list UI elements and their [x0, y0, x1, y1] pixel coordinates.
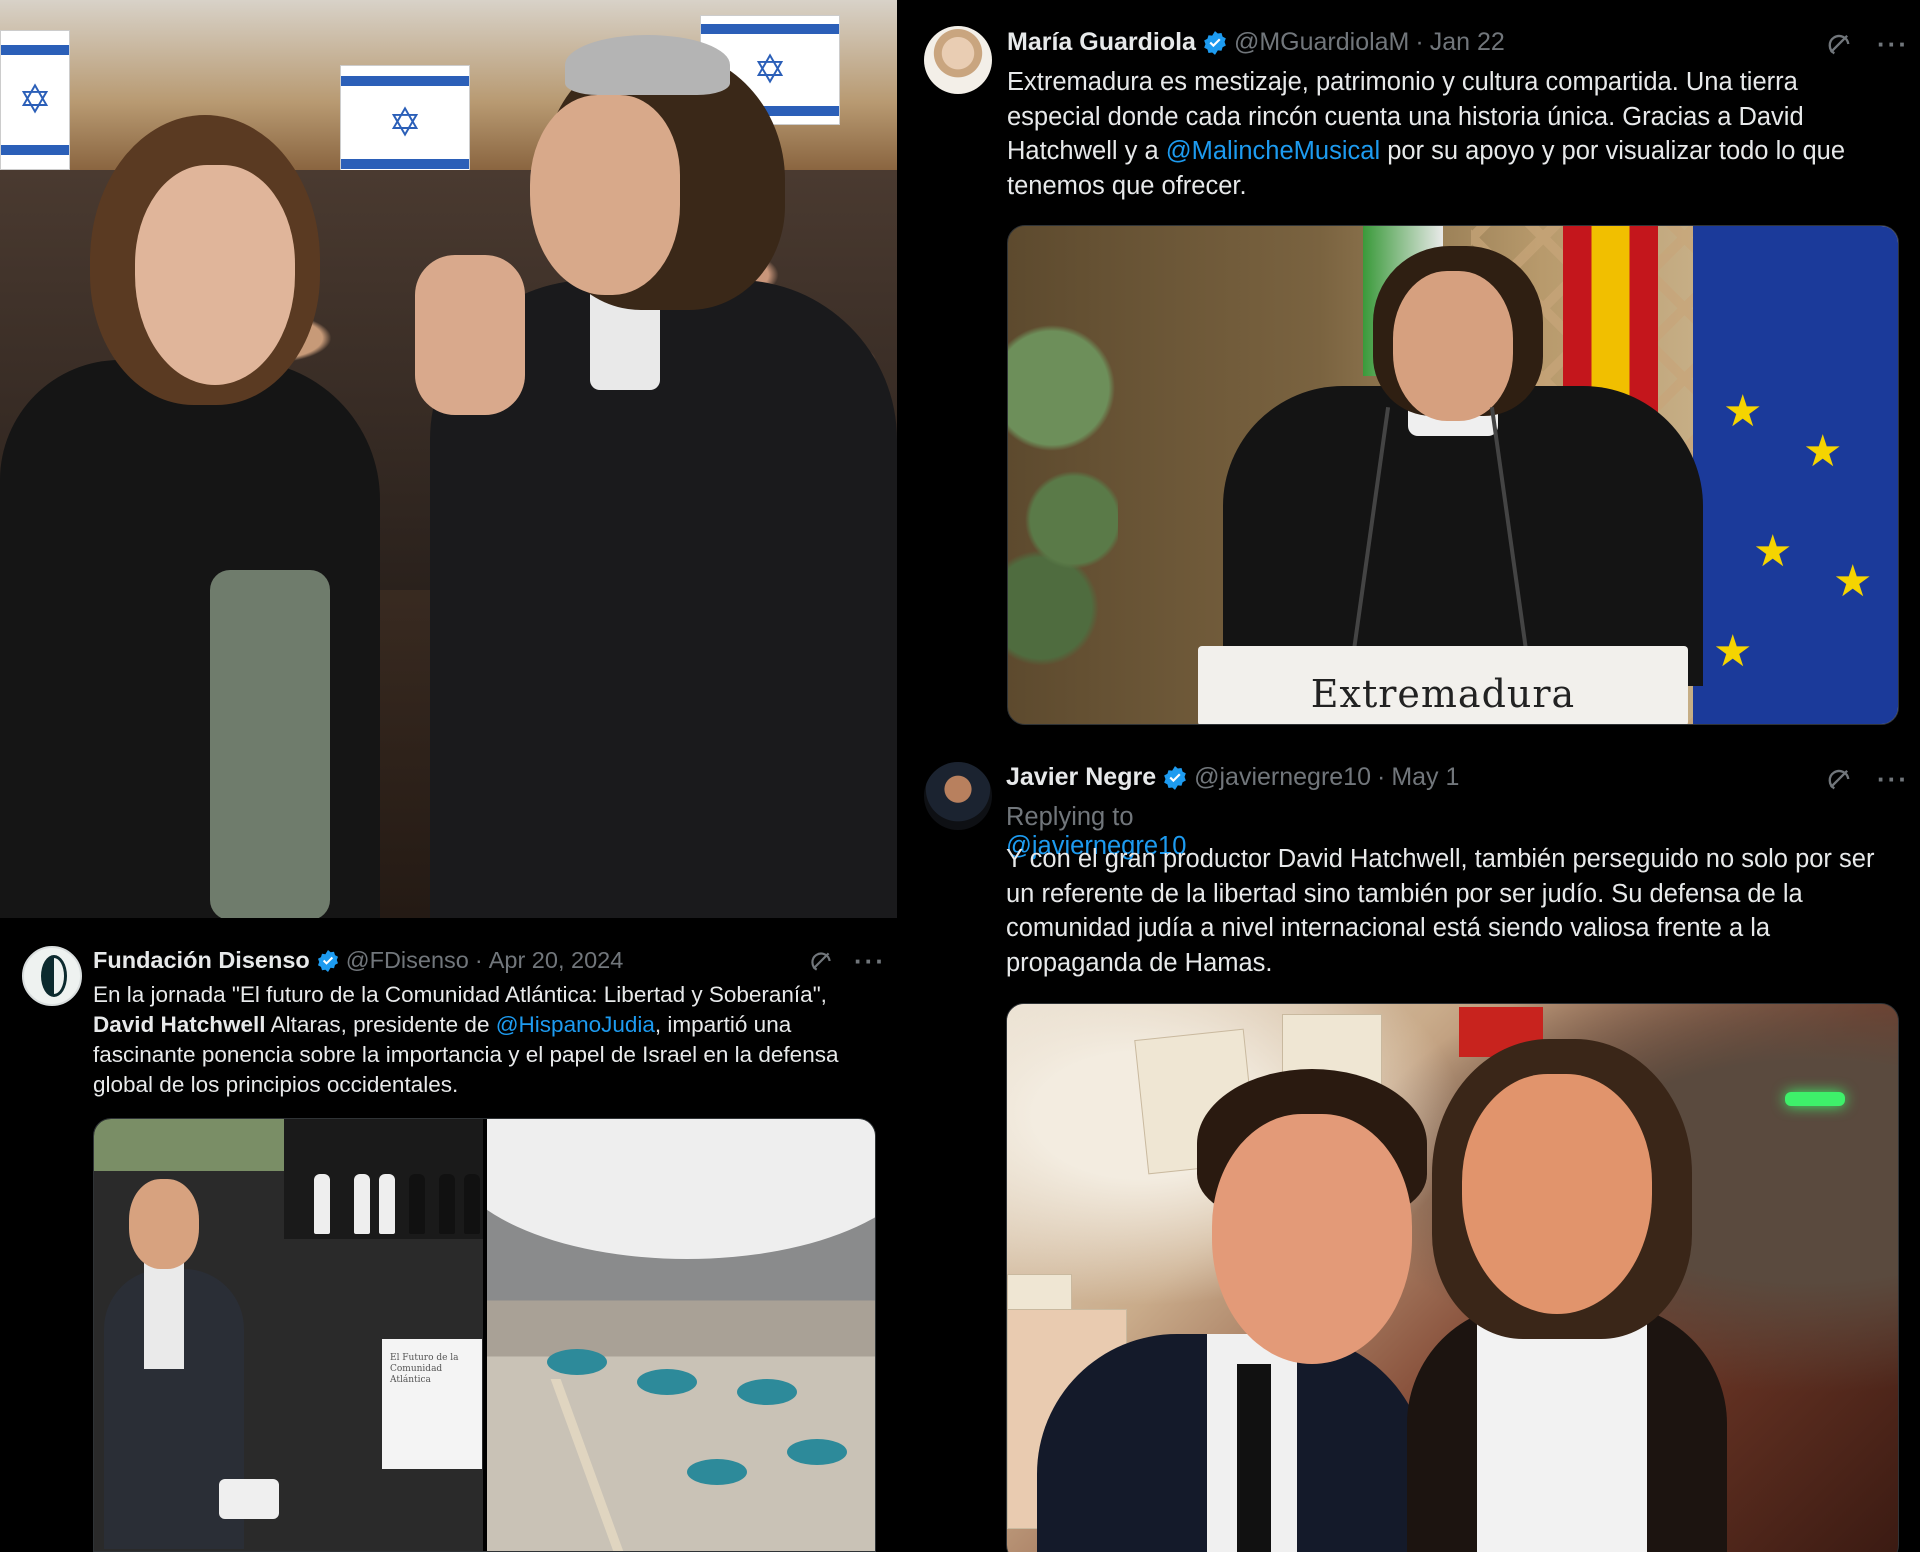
- timestamp[interactable]: May 1: [1391, 763, 1459, 792]
- more-options-icon[interactable]: ···: [854, 948, 886, 974]
- avatar[interactable]: [924, 762, 992, 830]
- person-face: [1462, 1074, 1652, 1314]
- grok-icon[interactable]: [1825, 765, 1853, 793]
- media-image-dining-room[interactable]: [486, 1119, 875, 1551]
- kippah: [565, 35, 730, 95]
- timestamp[interactable]: Jan 22: [1430, 28, 1505, 57]
- timestamp[interactable]: Apr 20, 2024: [489, 947, 624, 974]
- avatar[interactable]: [22, 946, 82, 1006]
- tweet-text: Y con el gran productor David Hatchwell,…: [1006, 845, 1875, 977]
- grok-icon[interactable]: [808, 948, 834, 974]
- mention-link[interactable]: @HispanoJudia: [496, 1012, 655, 1037]
- verified-badge-icon: [1164, 765, 1186, 790]
- display-name[interactable]: Fundación Disenso: [93, 947, 310, 974]
- clapping-hands: [415, 255, 525, 415]
- tweet-media-image[interactable]: ★ ★ ★ ★ ★ Extremadura: [1007, 225, 1899, 725]
- tweet-text: Extremadura es mestizaje, patrimonio y c…: [1007, 68, 1846, 200]
- lectern: El Futuro de la Comunidad Atlántica: [382, 1339, 482, 1469]
- person-face: [1212, 1114, 1412, 1364]
- podium: Extremadura: [1198, 646, 1688, 724]
- plant: [1008, 256, 1118, 696]
- media-image-speaker[interactable]: El Futuro de la Comunidad Atlántica: [94, 1119, 483, 1551]
- display-name[interactable]: María Guardiola: [1007, 28, 1196, 57]
- plates: [219, 1479, 279, 1519]
- avatar[interactable]: [924, 26, 992, 94]
- podium-label: Extremadura: [1310, 672, 1576, 716]
- handle[interactable]: @FDisenso: [346, 947, 469, 974]
- tweet-media-grid[interactable]: El Futuro de la Comunidad Atlántica: [93, 1118, 876, 1552]
- eu-flag: ★ ★ ★ ★ ★: [1693, 226, 1898, 724]
- handle[interactable]: @javiernegre10: [1194, 763, 1371, 792]
- israel-flag: ✡: [340, 65, 470, 180]
- grok-icon[interactable]: [1825, 30, 1853, 58]
- mention-link[interactable]: @MalincheMusical: [1166, 137, 1380, 165]
- speaker-face: [1393, 271, 1513, 421]
- more-options-icon[interactable]: ···: [1877, 766, 1909, 792]
- israel-flag: ✡: [0, 30, 70, 170]
- speaker-face: [129, 1179, 199, 1269]
- more-options-icon[interactable]: ···: [1877, 31, 1909, 57]
- wine-shelf: [284, 1119, 483, 1239]
- tweet-media-image[interactable]: [1006, 1003, 1899, 1552]
- handle[interactable]: @MGuardiolaM: [1234, 28, 1409, 57]
- verified-badge-icon: [317, 949, 338, 972]
- verified-badge-icon: [1204, 30, 1226, 55]
- display-name[interactable]: Javier Negre: [1006, 763, 1156, 792]
- logo-icon: [41, 955, 67, 997]
- green-light: [1785, 1092, 1845, 1106]
- tweet-text: En la jornada "El futuro de la Comunidad…: [93, 982, 839, 1097]
- event-photo: ✡ ✡ ✡: [0, 0, 897, 918]
